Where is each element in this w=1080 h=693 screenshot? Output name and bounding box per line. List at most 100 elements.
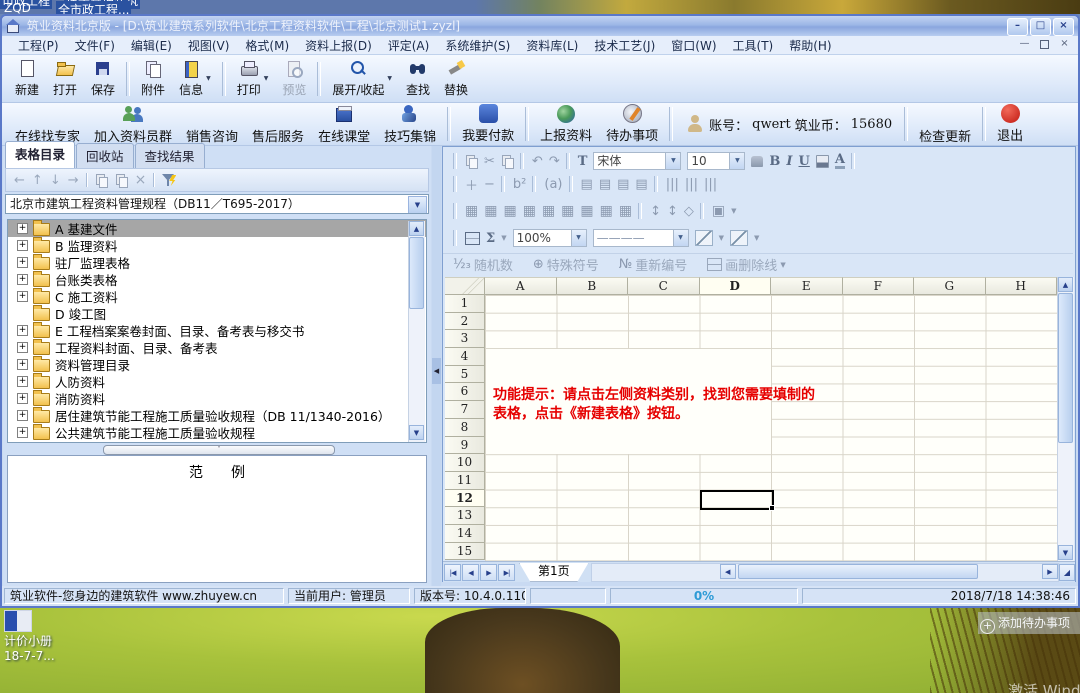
align-center-icon[interactable]: ▤: [617, 177, 629, 192]
menu-item[interactable]: 技术工艺(J): [586, 37, 663, 54]
column-header-D[interactable]: D: [700, 277, 772, 295]
border-grid-icon[interactable]: [465, 232, 480, 245]
sheet-vertical-scrollbar[interactable]: ▲ ▼: [1057, 277, 1074, 561]
检查更新-button[interactable]: 检查更新: [912, 101, 978, 148]
collapse-left-icon[interactable]: ◀: [432, 358, 441, 384]
新建-button[interactable]: 新建: [8, 56, 46, 101]
maximize-button[interactable]: □: [1030, 18, 1051, 36]
table-op-icon[interactable]: ▦: [465, 203, 478, 219]
zoom-select[interactable]: 100% ▼: [513, 229, 587, 247]
row-header-2[interactable]: 2: [445, 313, 485, 331]
nav-prev-icon[interactable]: ◀: [462, 564, 479, 581]
regulation-combobox[interactable]: 北京市建筑工程资料管理规程（DB11／T695-2017） ▼: [5, 194, 429, 214]
sigma-icon[interactable]: Σ: [486, 231, 495, 246]
nav-forward-icon[interactable]: →: [68, 173, 79, 188]
menu-item[interactable]: 评定(A): [380, 37, 438, 54]
chevron-down-icon[interactable]: ▼: [731, 207, 736, 215]
menu-item[interactable]: 帮助(H): [781, 37, 839, 54]
tree-item[interactable]: +工程资料封面、目录、备考表: [8, 339, 426, 356]
nav-next-icon[interactable]: ▶: [480, 564, 497, 581]
circled-char-icon[interactable]: (a): [544, 177, 562, 192]
undo-icon[interactable]: ↶: [532, 154, 543, 169]
column-header-G[interactable]: G: [914, 277, 986, 295]
在线课堂-button[interactable]: 在线课堂: [311, 101, 377, 148]
expand-icon[interactable]: +: [17, 410, 28, 421]
tree-item[interactable]: D 竣工图: [8, 305, 426, 322]
diagonal-border-icon[interactable]: [695, 230, 713, 246]
image-icon[interactable]: ▣: [712, 203, 725, 219]
align-justify-icon[interactable]: ▤: [581, 177, 593, 192]
table-op-icon[interactable]: ▦: [619, 203, 632, 219]
resize-corner-icon[interactable]: ◢: [1059, 564, 1075, 581]
redo-icon[interactable]: ↷: [549, 154, 560, 169]
查找-button[interactable]: 查找: [399, 56, 437, 101]
copy-node-icon[interactable]: [95, 174, 108, 187]
tree-item[interactable]: +台账类表格: [8, 271, 426, 288]
table-op-icon[interactable]: ▦: [561, 203, 574, 219]
panel-splitter[interactable]: ◀: [432, 146, 441, 586]
tree-horizontal-scrollbar[interactable]: ˅: [103, 445, 335, 455]
chevron-down-icon[interactable]: ▼: [719, 234, 724, 242]
column-header-A[interactable]: A: [485, 277, 557, 295]
row-header-8[interactable]: 8: [445, 419, 485, 437]
menu-item[interactable]: 资料上报(D): [297, 37, 380, 54]
expand-icon[interactable]: +: [17, 376, 28, 387]
退出-button[interactable]: 退出: [990, 101, 1030, 147]
tree-item[interactable]: +消防资料: [8, 390, 426, 407]
chevron-down-icon[interactable]: ▼: [264, 75, 269, 82]
tree-item[interactable]: +居住建筑节能工程施工质量验收规程（DB 11/1340-2016）: [8, 407, 426, 424]
font-size-select[interactable]: 10 ▼: [687, 152, 745, 170]
row-header-9[interactable]: 9: [445, 437, 485, 455]
chevron-down-icon[interactable]: ▼: [780, 261, 785, 269]
menu-item[interactable]: 系统维护(S): [437, 37, 518, 54]
paste-node-icon[interactable]: [115, 174, 128, 187]
保存-button[interactable]: 保存: [84, 56, 122, 101]
row-header-11[interactable]: 11: [445, 472, 485, 490]
vertical-text-icon[interactable]: |||: [685, 177, 698, 192]
售后服务-button[interactable]: 售后服务: [245, 101, 311, 148]
menu-item[interactable]: 编辑(E): [123, 37, 180, 54]
row-header-5[interactable]: 5: [445, 366, 485, 384]
expand-icon[interactable]: +: [17, 427, 28, 438]
scroll-up-icon[interactable]: ▲: [1058, 277, 1073, 292]
tree-item[interactable]: +人防资料: [8, 373, 426, 390]
desktop-label-zqd[interactable]: ZQD: [4, 1, 31, 15]
row-header-3[interactable]: 3: [445, 330, 485, 348]
tree-item[interactable]: +C 施工资料: [8, 288, 426, 305]
align-right-icon[interactable]: ▤: [635, 177, 647, 192]
row-spacing-icon[interactable]: ↕: [667, 204, 678, 219]
tree-item[interactable]: +驻厂监理表格: [8, 254, 426, 271]
chevron-down-icon[interactable]: ▼: [754, 234, 759, 242]
上报资料-button[interactable]: 上报资料: [533, 101, 599, 147]
expand-icon[interactable]: +: [17, 342, 28, 353]
line-style-select[interactable]: ———— ▼: [593, 229, 689, 247]
tree-item[interactable]: +资料管理目录: [8, 356, 426, 373]
row-header-6[interactable]: 6: [445, 383, 485, 401]
chevron-down-icon[interactable]: ▼: [729, 153, 744, 169]
附件-button[interactable]: 附件: [134, 56, 172, 101]
underline-icon[interactable]: U: [799, 154, 810, 169]
tab-表格目录[interactable]: 表格目录: [5, 141, 75, 168]
zoom-in-icon[interactable]: ＋: [465, 175, 478, 194]
nav-down-icon[interactable]: ↓: [50, 173, 61, 188]
sheet-corner[interactable]: [445, 277, 485, 295]
信息-button[interactable]: 信息▼: [172, 56, 218, 101]
menu-item[interactable]: 工具(T): [725, 37, 782, 54]
row-header-7[interactable]: 7: [445, 401, 485, 419]
special-button-特殊符号[interactable]: ⊕特殊符号: [533, 255, 599, 274]
tree-item[interactable]: +B 监理资料: [8, 237, 426, 254]
row-header-14[interactable]: 14: [445, 525, 485, 543]
column-header-C[interactable]: C: [628, 277, 700, 295]
nav-back-icon[interactable]: ←: [14, 173, 25, 188]
scrollbar-thumb[interactable]: [738, 564, 978, 579]
delete-node-icon[interactable]: ×: [135, 172, 147, 188]
打开-button[interactable]: 打开: [46, 56, 84, 101]
vertical-text-icon[interactable]: |||: [666, 177, 679, 192]
scrollbar-thumb[interactable]: [409, 237, 424, 309]
table-op-icon[interactable]: ▦: [523, 203, 536, 219]
table-op-icon[interactable]: ▦: [542, 203, 555, 219]
替换-button[interactable]: 替换: [437, 56, 475, 101]
selected-cell[interactable]: [700, 490, 774, 510]
chevron-down-icon[interactable]: ▼: [408, 196, 427, 214]
tree-item[interactable]: +A 基建文件: [8, 220, 426, 237]
